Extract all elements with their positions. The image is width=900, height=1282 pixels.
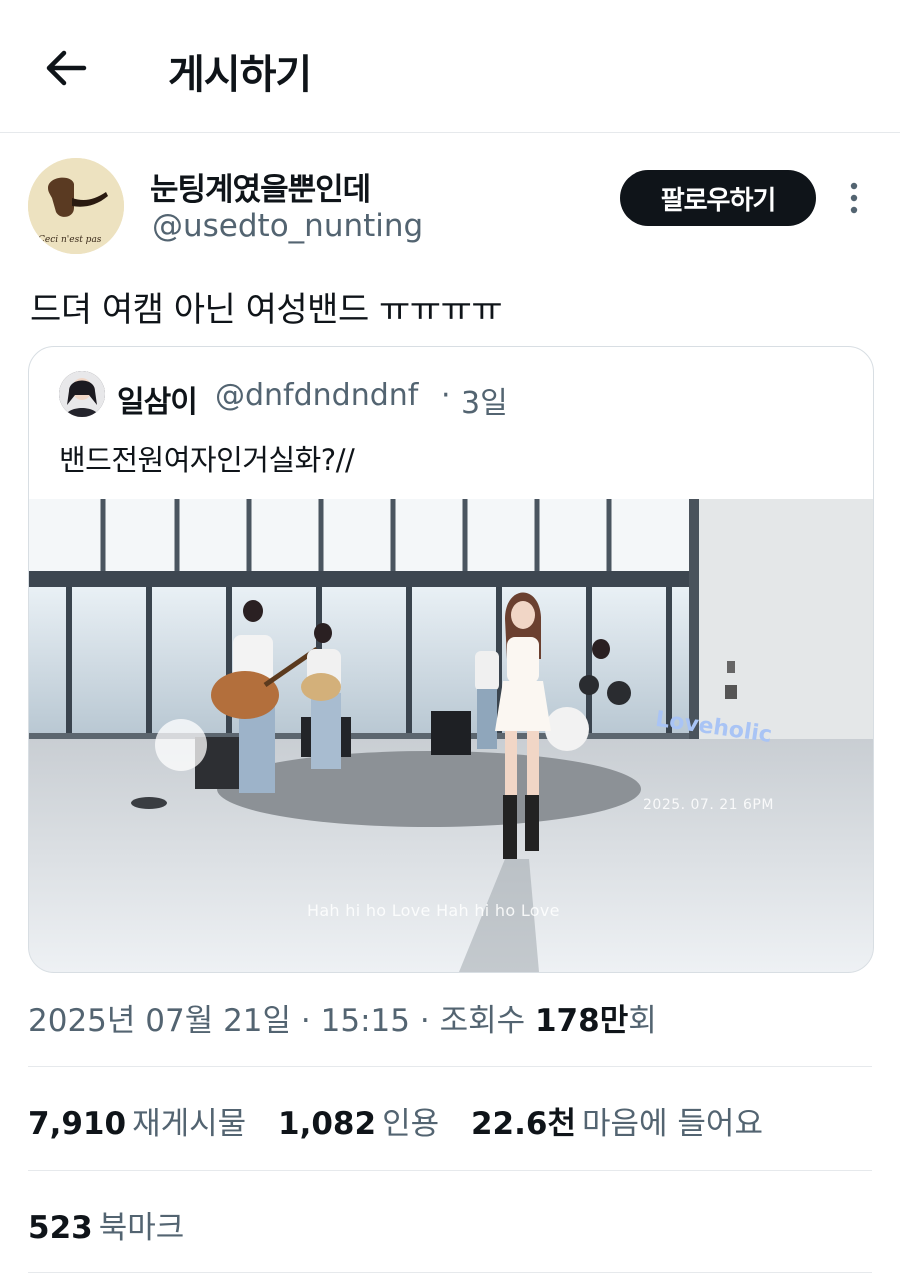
quoted-tweet-text: 밴드전원여자인거실화?// (59, 443, 355, 477)
likes-stat[interactable]: 22.6천 마음에 들어요 (471, 1098, 763, 1143)
author-handle[interactable]: @usedto_nunting (152, 208, 423, 244)
quoted-timestamp[interactable]: 3일 (461, 378, 508, 422)
more-options-icon[interactable] (838, 180, 870, 216)
quotes-label: 인용 (382, 1106, 440, 1142)
meta-separator: · (300, 1003, 321, 1039)
views-suffix: 회 (628, 1003, 657, 1039)
quoted-separator: · (441, 378, 451, 413)
likes-label: 마음에 들어요 (582, 1106, 763, 1142)
quoted-display-name[interactable]: 일삼이 (117, 377, 198, 421)
page-title: 게시하기 (168, 52, 312, 98)
author-avatar[interactable]: Ceci n'est pas (28, 158, 124, 254)
quoted-handle[interactable]: @dnfdndndnf (215, 378, 418, 413)
top-bar: 게시하기 (0, 0, 900, 133)
bookmarks-label: 북마크 (98, 1210, 185, 1246)
author-display-name[interactable]: 눈팅계였을뿐인데 (150, 164, 371, 209)
divider (28, 1272, 872, 1273)
views-count: 178만 (534, 1003, 629, 1039)
post-time[interactable]: 15:15 (321, 1003, 410, 1039)
quoted-author-avatar[interactable] (59, 371, 105, 417)
engagement-stats: 7,910 재게시물 1,082 인용 22.6천 마음에 들어요 (28, 1098, 785, 1143)
follow-button[interactable]: 팔로우하기 (620, 170, 816, 226)
quoted-tweet-card[interactable]: 일삼이 @dnfdndndnf · 3일 밴드전원여자인거실화?// Loveh… (28, 346, 874, 973)
reposts-label: 재게시물 (132, 1106, 247, 1142)
likes-count: 22.6천 (470, 1106, 576, 1142)
reposts-count: 7,910 (28, 1106, 127, 1142)
quoted-video[interactable]: Loveholic 2025. 07. 21 6PM Hah hi ho Lov… (29, 499, 873, 972)
tweet-meta: 2025년 07월 21일 · 15:15 · 조회수 178만회 (28, 995, 657, 1040)
meta-separator: · (419, 1003, 440, 1039)
back-arrow-icon[interactable] (40, 44, 92, 92)
quotes-count: 1,082 (278, 1106, 377, 1142)
bookmarks-stat[interactable]: 523 북마크 (28, 1202, 184, 1247)
bookmarks-count: 523 (28, 1210, 93, 1246)
tweet-text: 드뎌 여캠 아닌 여성밴드 ㅠㅠㅠㅠ (30, 290, 503, 330)
avatar-lettering: Ceci n'est pas (38, 235, 102, 245)
video-caption: Hah hi ho Love Hah hi ho Love (307, 901, 560, 920)
post-date[interactable]: 2025년 07월 21일 (28, 1003, 291, 1039)
reposts-stat[interactable]: 7,910 재게시물 (28, 1098, 246, 1143)
video-date-overlay: 2025. 07. 21 6PM (643, 797, 774, 813)
divider (28, 1066, 872, 1067)
views-label: 조회수 (439, 1003, 526, 1039)
divider (28, 1170, 872, 1171)
quotes-stat[interactable]: 1,082 인용 (278, 1098, 439, 1143)
